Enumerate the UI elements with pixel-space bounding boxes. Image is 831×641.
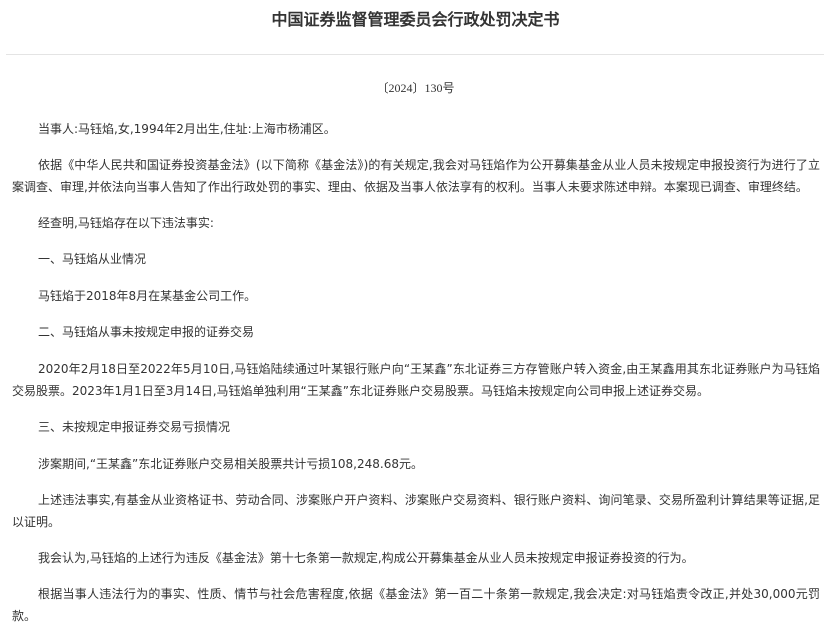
violation-finding-paragraph: 我会认为,马钰焰的上述行为违反《基金法》第十七条第一款规定,构成公开募集基金从业… <box>38 551 694 565</box>
section-heading-2: 二、马钰焰从事未按规定申报的证券交易 <box>38 325 255 339</box>
trading-facts-paragraph: 2020年2月18日至2022年5月10日,马钰焰陆续通过叶某银行账户向“王某鑫… <box>12 362 820 398</box>
document-title: 中国证券监督管理委员会行政处罚决定书 <box>271 10 560 29</box>
document-number: 〔2024〕130号 <box>376 81 455 95</box>
evidence-paragraph: 上述违法事实,有基金从业资格证书、劳动合同、涉案账户开户资料、涉案账户交易资料、… <box>12 493 820 529</box>
penalty-decision-paragraph: 根据当事人违法行为的事实、性质、情节与社会危害程度,依据《基金法》第一百二十条第… <box>12 587 820 623</box>
party-info-paragraph: 当事人:马钰焰,女,1994年2月出生,住址:上海市杨浦区。 <box>38 122 336 136</box>
title-divider <box>6 54 824 55</box>
loss-paragraph: 涉案期间,“王某鑫”东北证券账户交易相关股票共计亏损108,248.68元。 <box>38 457 423 471</box>
findings-intro-paragraph: 经查明,马钰焰存在以下违法事实: <box>38 216 214 230</box>
penalty-decision-document: 中国证券监督管理委员会行政处罚决定书 〔2024〕130号 当事人:马钰焰,女,… <box>0 0 831 634</box>
employment-paragraph: 马钰焰于2018年8月在某基金公司工作。 <box>38 289 257 303</box>
document-body: 当事人:马钰焰,女,1994年2月出生,住址:上海市杨浦区。 依据《中华人民共和… <box>12 118 820 641</box>
legal-basis-paragraph: 依据《中华人民共和国证券投资基金法》(以下简称《基金法》)的有关规定,我会对马钰… <box>12 158 820 194</box>
section-heading-3: 三、未按规定申报证券交易亏损情况 <box>38 420 231 434</box>
section-heading-1: 一、马钰焰从业情况 <box>38 252 147 266</box>
